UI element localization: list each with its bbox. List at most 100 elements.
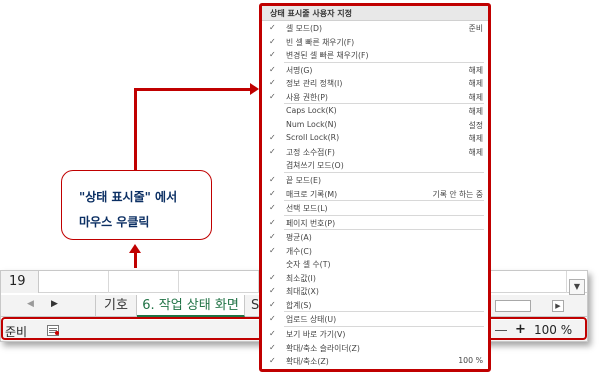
check-icon: ✓ — [269, 314, 276, 324]
menu-item-label: 최소값(I) — [286, 273, 316, 283]
menu-item-value: 100 % — [458, 356, 483, 366]
check-icon: ✓ — [269, 64, 276, 74]
menu-item-value: 해제 — [468, 134, 483, 144]
menu-item-label: 확대/축소(Z) — [286, 357, 329, 367]
menu-item[interactable]: ✓ 개수(C) — [262, 244, 488, 258]
menu-item[interactable]: ✓ 사용 권한(P) 해제 — [262, 90, 488, 104]
status-bar-context-menu: 상태 표시줄 사용자 지정 ✓ 셀 모드(D) 준비 ✓ 빈 셀 빠른 채우기(F) ✓ 변… — [259, 3, 491, 372]
callout-text: 마우스 우클릭 — [79, 215, 150, 229]
menu-item-label: 최대값(X) — [286, 287, 319, 297]
menu-item-value: 해제 — [468, 65, 483, 75]
menu-item-value: 준비 — [468, 24, 483, 33]
grid-cell[interactable] — [109, 271, 179, 293]
check-icon: ✓ — [269, 78, 276, 88]
menu-item-label: 매크로 기록(M) — [286, 189, 338, 199]
prev-sheet-icon[interactable]: ◀ — [27, 299, 34, 309]
menu-item-label: 고정 소수점(F) — [286, 147, 335, 157]
menu-item-value: 해제 — [468, 107, 483, 117]
menu-item-value: 해제 — [468, 147, 483, 157]
menu-item-value: 설정 — [468, 120, 483, 130]
check-icon: ✓ — [269, 188, 276, 198]
grid-cell[interactable] — [179, 271, 259, 293]
scroll-right-button[interactable]: ▶ — [552, 300, 564, 312]
menu-item-label: 선택 모드(L) — [286, 204, 328, 214]
menu-item-label: 셀 모드(D) — [286, 24, 323, 33]
menu-item[interactable]: Num Lock(N) 설정 — [262, 118, 488, 132]
menu-item-label: 확대/축소 슬라이더(Z) — [286, 343, 360, 353]
check-icon: ✓ — [269, 217, 276, 227]
grid-cell[interactable] — [491, 271, 567, 293]
sheet-tab[interactable]: 기호 — [95, 295, 137, 317]
menu-item[interactable]: ✓ 매크로 기록(M) 기록 안 하는 중 — [262, 187, 488, 201]
menu-item-label: 변경된 셀 빠른 채우기(F) — [286, 51, 369, 61]
instruction-callout: "상태 표시줄" 에서 마우스 우클릭 — [61, 170, 212, 240]
menu-item[interactable]: ✓ 평균(A) — [262, 230, 488, 244]
sheet-tab-active[interactable]: 6. 작업 상태 화면 — [137, 295, 245, 317]
menu-item-label: 보기 바로 가기(V) — [286, 330, 346, 340]
arrow-right-icon — [250, 83, 259, 95]
menu-item[interactable]: ✓ 빈 셀 빠른 채우기(F) — [262, 35, 488, 49]
check-icon: ✓ — [269, 133, 276, 143]
check-icon: ✓ — [269, 175, 276, 185]
menu-item-label: 합계(S) — [286, 300, 312, 310]
check-icon: ✓ — [269, 91, 276, 101]
menu-item-label: 숫자 셀 수(T) — [286, 260, 331, 270]
menu-item[interactable]: ✓ 업로드 상태(U) — [262, 312, 488, 326]
menu-item-label: 페이지 번호(P) — [286, 218, 336, 228]
menu-item[interactable]: ✓ 셀 모드(D) 준비 — [262, 21, 488, 35]
check-icon: ✓ — [269, 356, 276, 366]
menu-item-list: ✓ 셀 모드(D) 준비 ✓ 빈 셀 빠른 채우기(F) ✓ 변경된 셀 빠른 채우기(F)… — [262, 21, 488, 368]
check-icon: ✓ — [269, 286, 276, 296]
check-icon: ✓ — [269, 342, 276, 352]
menu-item-value: 해제 — [468, 92, 483, 102]
menu-item-label: Num Lock(N) — [286, 119, 337, 129]
menu-item[interactable]: ✓ 선택 모드(L) — [262, 201, 488, 215]
menu-item-label: 정보 관리 정책(I) — [286, 79, 343, 89]
menu-item-value: 기록 안 하는 중 — [432, 189, 483, 199]
check-icon: ✓ — [269, 329, 276, 339]
check-icon: ✓ — [269, 23, 276, 32]
scroll-down-button[interactable]: ▼ — [569, 279, 585, 295]
menu-item-label: 개수(C) — [286, 246, 312, 256]
menu-item-label: 끝 모드(E) — [286, 176, 322, 186]
screenshot-stage: 19 ▼ ◀ ▶ 기호 6. 작업 상태 화면 S ▶ 준비 + 100 % "… — [0, 0, 600, 386]
row-header[interactable]: 19 — [1, 271, 39, 293]
check-icon: ✓ — [269, 146, 276, 156]
menu-item-label: Scroll Lock(R) — [286, 133, 340, 143]
menu-header: 상태 표시줄 사용자 지정 — [262, 6, 488, 21]
arrow-line — [134, 252, 137, 268]
callout-text: "상태 표시줄" 에서 — [79, 190, 178, 204]
arrow-up-icon — [129, 244, 141, 253]
menu-item[interactable]: ✓ 서명(G) 해제 — [262, 63, 488, 77]
check-icon: ✓ — [269, 245, 276, 255]
menu-item[interactable]: ✓ 변경된 셀 빠른 채우기(F) — [262, 48, 488, 62]
menu-item[interactable]: 숫자 셀 수(T) — [262, 257, 488, 271]
menu-item[interactable]: ✓ 페이지 번호(P) — [262, 216, 488, 230]
check-icon: ✓ — [269, 50, 276, 60]
grid-cell[interactable] — [39, 271, 109, 293]
menu-item-label: 평균(A) — [286, 233, 312, 243]
menu-item-label: 서명(G) — [286, 65, 313, 75]
menu-item[interactable]: 겹쳐쓰기 모드(O) — [262, 158, 488, 172]
check-icon: ✓ — [269, 36, 276, 46]
next-sheet-icon[interactable]: ▶ — [51, 299, 58, 309]
menu-item[interactable]: ✓ 보기 바로 가기(V) — [262, 327, 488, 341]
menu-item[interactable]: Caps Lock(K) 해제 — [262, 104, 488, 118]
menu-item-value: 해제 — [468, 79, 483, 89]
check-icon: ✓ — [269, 272, 276, 282]
menu-item-label: 업로드 상태(U) — [286, 315, 337, 325]
horizontal-scrollbar[interactable] — [495, 300, 531, 312]
arrow-line — [134, 88, 137, 170]
menu-item[interactable]: ✓ 끝 모드(E) — [262, 173, 488, 187]
menu-item[interactable]: ✓ 최대값(X) — [262, 284, 488, 298]
menu-item[interactable]: ✓ 정보 관리 정책(I) 해제 — [262, 76, 488, 90]
menu-item[interactable]: ✓ 합계(S) — [262, 298, 488, 312]
menu-item[interactable]: ✓ Scroll Lock(R) 해제 — [262, 131, 488, 145]
menu-item-label: 겹쳐쓰기 모드(O) — [286, 161, 344, 171]
menu-item[interactable]: ✓ 최소값(I) — [262, 271, 488, 285]
menu-item[interactable]: ✓ 확대/축소(Z) 100 % — [262, 354, 488, 368]
menu-item[interactable]: ✓ 고정 소수점(F) 해제 — [262, 145, 488, 159]
check-icon: ✓ — [269, 232, 276, 242]
menu-item[interactable]: ✓ 확대/축소 슬라이더(Z) — [262, 341, 488, 355]
menu-item-label: Caps Lock(K) — [286, 106, 337, 116]
